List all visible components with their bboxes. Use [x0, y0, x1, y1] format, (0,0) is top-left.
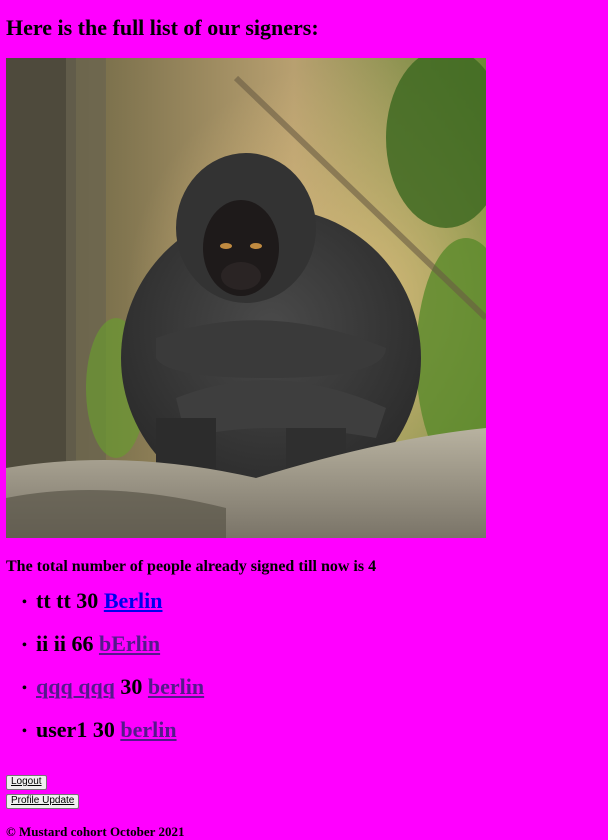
bullet-icon: • — [22, 595, 27, 610]
signer-info: ii ii 66 — [36, 631, 99, 656]
bullet-icon: • — [22, 681, 27, 696]
total-signers-text: The total number of people already signe… — [6, 558, 377, 575]
bullet-icon: • — [22, 724, 27, 739]
signer-name-link[interactable]: qqq qqq — [36, 674, 115, 699]
signer-item: • ii ii 66 bErlin — [22, 631, 602, 674]
signer-city-link[interactable]: berlin — [148, 674, 204, 699]
signer-city-link[interactable]: bErlin — [99, 631, 160, 656]
signer-item: • user1 30 berlin — [22, 717, 602, 760]
bullet-icon: • — [22, 638, 27, 653]
footer-copyright: © Mustard cohort October 2021 — [6, 824, 185, 839]
signer-info: tt tt 30 — [36, 588, 104, 613]
page-container: Here is the full list of our signers: Th… — [0, 0, 608, 840]
profile-update-button[interactable]: Profile Update — [6, 794, 80, 809]
page-title: Here is the full list of our signers: — [6, 15, 319, 40]
chimpanzee-photo — [6, 58, 486, 538]
signer-item: • tt tt 30 Berlin — [22, 588, 602, 631]
signer-city-link[interactable]: berlin — [120, 717, 176, 742]
actions: Logout Profile Update — [6, 771, 602, 809]
signers-list: • tt tt 30 Berlin • ii ii 66 bErlin • qqq qqq… — [6, 588, 602, 760]
signer-city-link[interactable]: Berlin — [104, 588, 163, 613]
signer-age: 30 — [114, 674, 148, 699]
signer-item: • qqq qqq 30 berlin — [22, 674, 602, 717]
signer-info: user1 30 — [36, 717, 121, 742]
logout-button[interactable]: Logout — [6, 775, 47, 790]
